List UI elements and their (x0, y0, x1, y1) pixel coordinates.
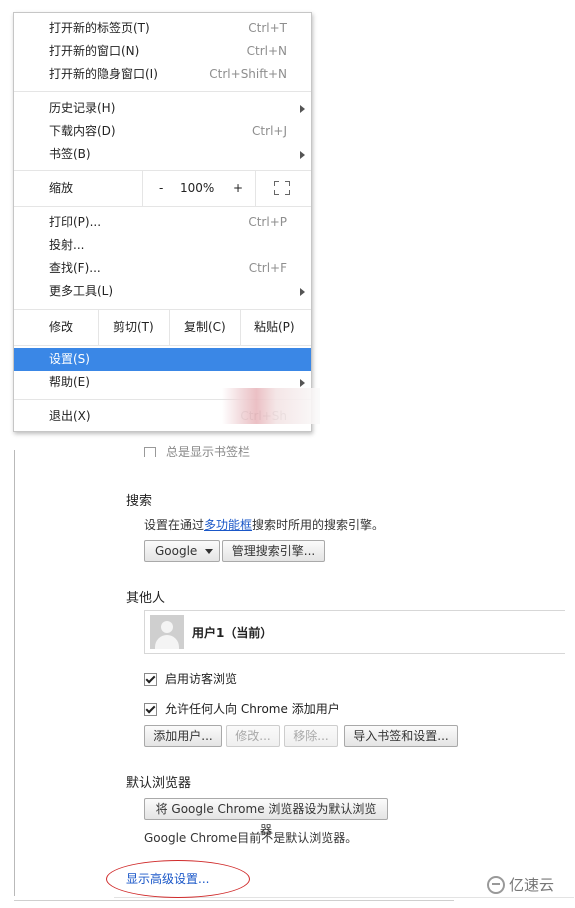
checkbox-label: 允许任何人向 Chrome 添加用户 (165, 702, 340, 716)
divider (255, 170, 256, 206)
user-name: 用户1（当前） (192, 626, 273, 640)
menu-item-label: 投射... (49, 238, 85, 252)
default-browser-section-title: 默认浏览器 (126, 776, 192, 791)
menu-item-label: 查找(F)... (49, 261, 101, 275)
show-bookmarks-bar-row[interactable]: 总是显示书签栏 (144, 443, 250, 457)
divider (240, 309, 241, 345)
search-engine-value: Google (155, 544, 198, 558)
search-section-title: 搜索 (126, 494, 153, 509)
watermark-text: 亿速云 (509, 876, 555, 894)
menu-separator (14, 91, 311, 92)
redaction-blur (222, 388, 320, 424)
menu-item-label: 历史记录(H) (49, 101, 116, 115)
menu-item-label: 退出(X) (49, 409, 91, 423)
edit-user-button[interactable]: 修改... (226, 725, 280, 747)
allow-add-user-checkbox[interactable]: 允许任何人向 Chrome 添加用户 (144, 701, 340, 717)
menu-item-cast[interactable]: 投射... (14, 234, 311, 257)
fullscreen-icon[interactable] (274, 181, 290, 195)
divider (142, 170, 143, 206)
menu-separator (14, 206, 311, 207)
search-engine-select[interactable]: Google (144, 540, 220, 562)
user-list-item[interactable]: 用户1（当前） (144, 610, 565, 654)
search-help-text: 设置在通过多功能框搜索时所用的搜索引擎。 (144, 516, 384, 533)
import-bookmarks-button[interactable]: 导入书签和设置... (344, 725, 458, 747)
menu-item-label: 帮助(E) (49, 375, 90, 389)
zoom-out-button[interactable]: - (159, 170, 163, 206)
yisu-logo-icon (487, 875, 505, 894)
menu-item-shortcut: Ctrl+N (246, 44, 287, 58)
menu-item-shortcut: Ctrl+J (252, 124, 287, 138)
search-help-prefix: 设置在通过 (144, 518, 205, 532)
page-border (14, 450, 15, 896)
menu-item-shortcut: Ctrl+F (248, 261, 287, 275)
zoom-row: 缩放 - 100% + (14, 170, 311, 206)
menu-item-find[interactable]: 查找(F)... Ctrl+F (14, 257, 311, 280)
highlight-ellipse (106, 860, 250, 898)
submenu-arrow-icon (300, 151, 305, 159)
people-section-title: 其他人 (126, 591, 166, 606)
divider (169, 309, 170, 345)
omnibox-link[interactable]: 多功能框 (204, 518, 252, 532)
zoom-level: 100% (180, 181, 215, 195)
menu-item-settings[interactable]: 设置(S) (14, 348, 311, 371)
divider (14, 900, 454, 901)
remove-user-button[interactable]: 移除... (284, 725, 338, 747)
paste-button[interactable]: 粘贴(P) (254, 309, 295, 345)
menu-item-label: 更多工具(L) (49, 284, 114, 298)
watermark: 亿速云 (487, 874, 554, 895)
menu-item-new-window[interactable]: 打开新的窗口(N) Ctrl+N (14, 40, 311, 63)
zoom-in-button[interactable]: + (233, 170, 243, 206)
menu-item-label: 打开新的标签页(T) (49, 21, 150, 35)
checkbox[interactable] (144, 446, 156, 457)
checkbox-label: 总是显示书签栏 (166, 445, 251, 457)
menu-item-history[interactable]: 历史记录(H) (14, 97, 311, 120)
menu-item-shortcut: Ctrl+P (248, 215, 287, 229)
menu-item-label: 打开新的隐身窗口(I) (49, 67, 158, 81)
submenu-arrow-icon (300, 379, 305, 387)
submenu-arrow-icon (300, 105, 305, 113)
chevron-down-icon (205, 549, 213, 554)
menu-item-print[interactable]: 打印(P)... Ctrl+P (14, 211, 311, 234)
menu-item-label: 书签(B) (49, 147, 91, 161)
divider (98, 309, 99, 345)
search-help-suffix: 搜索时所用的搜索引擎。 (252, 518, 385, 532)
checkbox-checked-icon[interactable] (144, 703, 157, 716)
make-default-browser-button[interactable]: 将 Google Chrome 浏览器设为默认浏览器 (144, 798, 388, 837)
checkbox-checked-icon[interactable] (144, 673, 157, 686)
menu-item-new-tab[interactable]: 打开新的标签页(T) Ctrl+T (14, 17, 311, 40)
menu-item-label: 打印(P)... (49, 215, 102, 229)
menu-item-downloads[interactable]: 下载内容(D) Ctrl+J (14, 120, 311, 143)
checkbox-label: 启用访客浏览 (165, 672, 238, 686)
guest-browsing-checkbox[interactable]: 启用访客浏览 (144, 671, 237, 687)
menu-item-shortcut: Ctrl+T (248, 21, 287, 35)
manage-search-engines-button[interactable]: 管理搜索引擎... (222, 540, 325, 562)
default-browser-status: Google Chrome目前不是默认浏览器。 (144, 831, 358, 845)
avatar-icon (150, 615, 184, 649)
menu-item-more-tools[interactable]: 更多工具(L) (14, 280, 311, 303)
zoom-label: 缩放 (49, 181, 74, 195)
menu-separator (14, 345, 311, 346)
settings-page: 总是显示书签栏 搜索 设置在通过多功能框搜索时所用的搜索引擎。 Google 管… (14, 430, 575, 901)
submenu-arrow-icon (300, 288, 305, 296)
menu-item-label: 打开新的窗口(N) (49, 44, 140, 58)
menu-item-new-incognito-window[interactable]: 打开新的隐身窗口(I) Ctrl+Shift+N (14, 63, 311, 86)
copy-button[interactable]: 复制(C) (184, 309, 226, 345)
menu-item-bookmarks[interactable]: 书签(B) (14, 143, 311, 166)
menu-item-shortcut: Ctrl+Shift+N (209, 67, 287, 81)
menu-item-label: 设置(S) (49, 352, 90, 366)
add-user-button[interactable]: 添加用户... (144, 725, 222, 747)
cut-button[interactable]: 剪切(T) (113, 309, 154, 345)
chrome-main-menu: 打开新的标签页(T) Ctrl+T 打开新的窗口(N) Ctrl+N 打开新的隐… (13, 12, 312, 432)
edit-label: 修改 (49, 320, 74, 334)
menu-item-label: 下载内容(D) (49, 124, 116, 138)
edit-row: 修改 剪切(T) 复制(C) 粘贴(P) (14, 309, 311, 345)
